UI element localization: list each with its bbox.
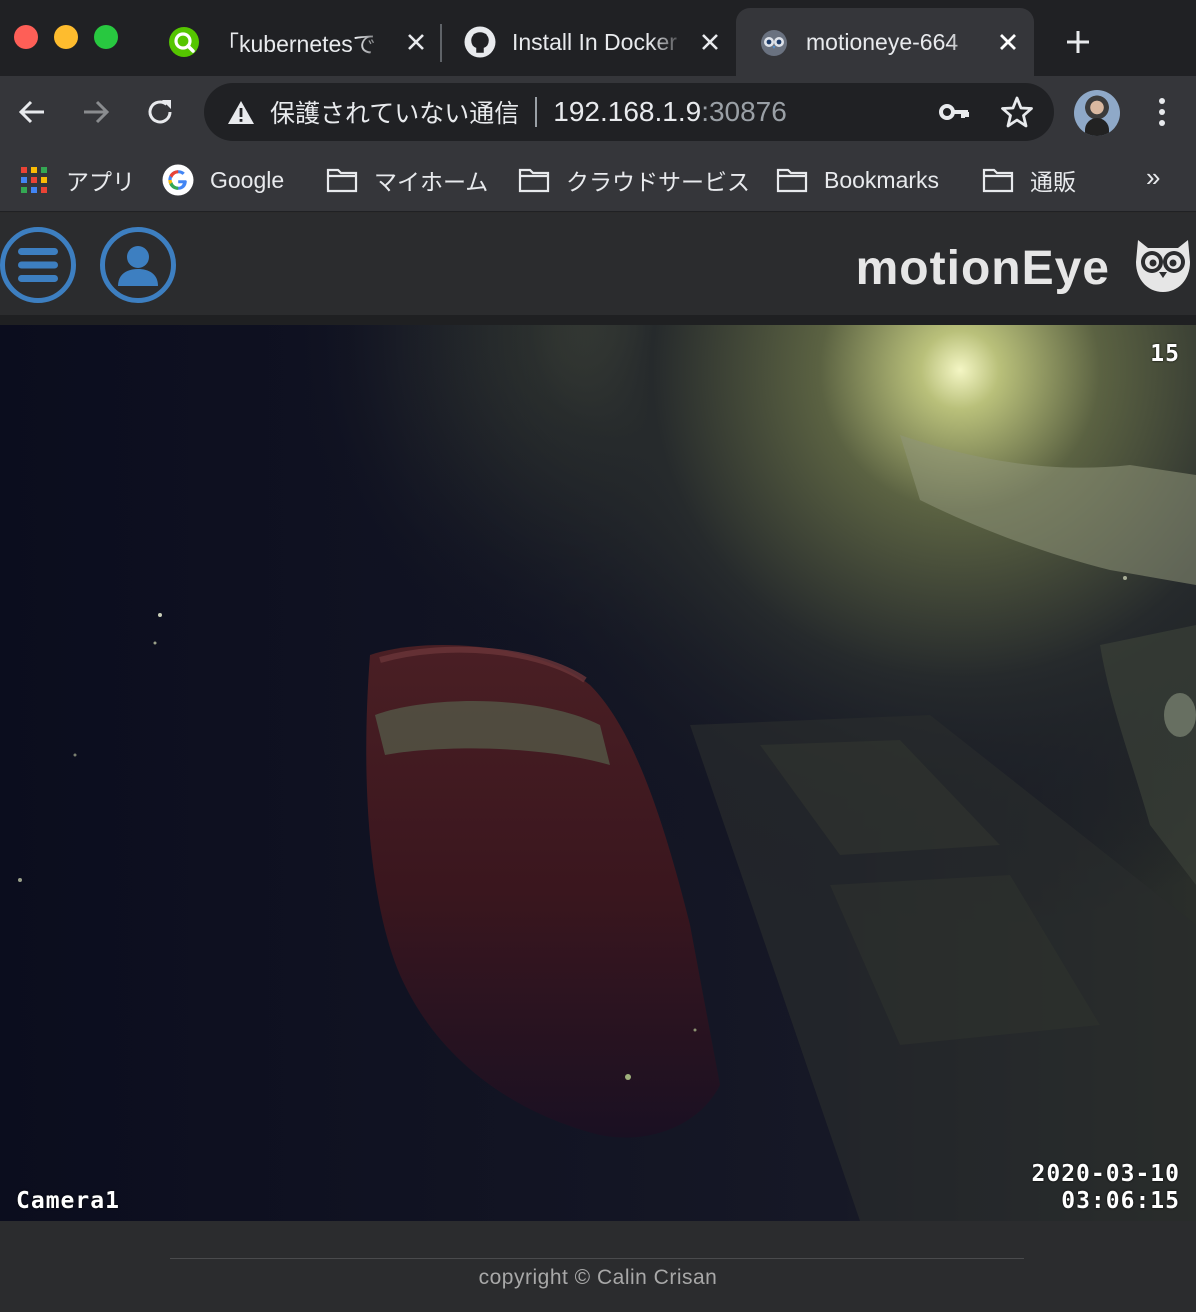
timestamp-overlay: 2020-03-10 03:06:15 [1032,1161,1180,1215]
bookmark-label: クラウドサービス [566,169,750,195]
url-port: :30876 [701,96,787,127]
bookmark-label: Bookmarks [824,166,940,193]
camera-image [0,325,1196,1221]
warning-icon[interactable] [226,97,256,127]
motioneye-header: motionEye [0,213,1196,315]
folder-icon [326,166,358,194]
plus-icon [1067,31,1089,53]
bookmark-label: Google [210,166,285,193]
window-minimize-button[interactable] [54,25,78,49]
apps-grid-icon [18,166,50,194]
tab-title: motioneye-664 [806,28,959,55]
copyright-text: copyright © Calin Crisan [478,1266,718,1289]
bookmark-folder-bookmarks[interactable]: Bookmarks [776,160,939,200]
arrow-left-icon [18,100,44,124]
menu-dot [1159,98,1165,104]
bookmark-label: マイホーム [374,169,489,195]
menu-dot [1159,120,1165,126]
tab-close-icon[interactable] [996,30,1020,54]
browser-tab-motioneye[interactable]: motioneye-664 [736,8,1034,76]
window-zoom-button[interactable] [94,25,118,49]
reload-icon [148,100,172,124]
camera-name-overlay: Camera1 [16,1188,120,1214]
bookmark-apps[interactable]: アプリ [18,160,135,200]
bookmark-folder-shopping[interactable]: 通販 [982,160,1076,200]
menu-dot [1159,109,1165,115]
user-icon [118,246,158,286]
bookmark-star-icon[interactable] [1000,95,1034,129]
new-tab-button[interactable] [1060,24,1096,60]
bookmark-folder-myhome[interactable]: マイホーム [326,160,488,200]
folder-icon [982,166,1014,194]
browser-tab-strip: 「kubernetesで Install In Docker motioneye… [0,0,1196,76]
hamburger-icon [18,248,58,282]
app-title: motionEye [855,242,1110,295]
back-button[interactable] [12,92,52,132]
omnibox-divider [535,97,538,127]
tab-close-icon[interactable] [404,30,428,54]
url-host: 192.168.1.9 [553,96,702,127]
address-bar[interactable]: 保護されていない通信 192.168.1.9:30876 [204,83,1054,141]
github-icon [464,26,496,58]
bookmark-label: 通販 [1030,169,1076,195]
camera-frame[interactable]: 15 Camera1 2020-03-10 03:06:15 [0,325,1196,1221]
date-overlay: 2020-03-10 [1031,1161,1180,1187]
bookmarks-bar: アプリ Google マイホーム クラウドサービス Bookmarks 通販 » [0,148,1196,212]
bookmark-google[interactable]: Google [162,160,284,200]
security-status-label: 保護されていない通信 [270,100,520,128]
bookmark-label: アプリ [66,169,135,195]
profile-avatar[interactable] [1074,90,1120,136]
bookmark-folder-cloud[interactable]: クラウドサービス [518,160,750,200]
browser-tab-qiita[interactable]: 「kubernetesで [146,8,442,76]
bookmarks-overflow-button[interactable]: » [1146,162,1160,193]
browser-toolbar: 保護されていない通信 192.168.1.9:30876 [0,76,1196,148]
window-close-button[interactable] [14,25,38,49]
motioneye-owl-icon [758,26,790,58]
folder-icon [776,166,808,194]
forward-button[interactable] [76,92,116,132]
fps-overlay: 15 [1150,341,1180,367]
arrow-right-icon [84,100,110,124]
time-overlay: 03:06:15 [1061,1188,1180,1214]
tab-title: Install In Docker [512,28,677,55]
page-footer: copyright © Calin Crisan [0,1221,1196,1312]
motioneye-logo-icon [1136,240,1190,292]
footer-divider [170,1258,1024,1259]
qiita-search-icon [168,26,200,58]
main-menu-button[interactable] [0,227,76,303]
browser-menu-button[interactable] [1144,92,1180,132]
tab-title: 「kubernetesで [216,31,376,57]
key-icon[interactable] [938,97,970,127]
folder-icon [518,166,550,194]
header-divider [0,315,1196,325]
google-icon [162,164,194,196]
reload-button[interactable] [140,92,180,132]
tab-close-icon[interactable] [698,30,722,54]
browser-tab-github[interactable]: Install In Docker [442,8,736,76]
user-button[interactable] [100,227,176,303]
